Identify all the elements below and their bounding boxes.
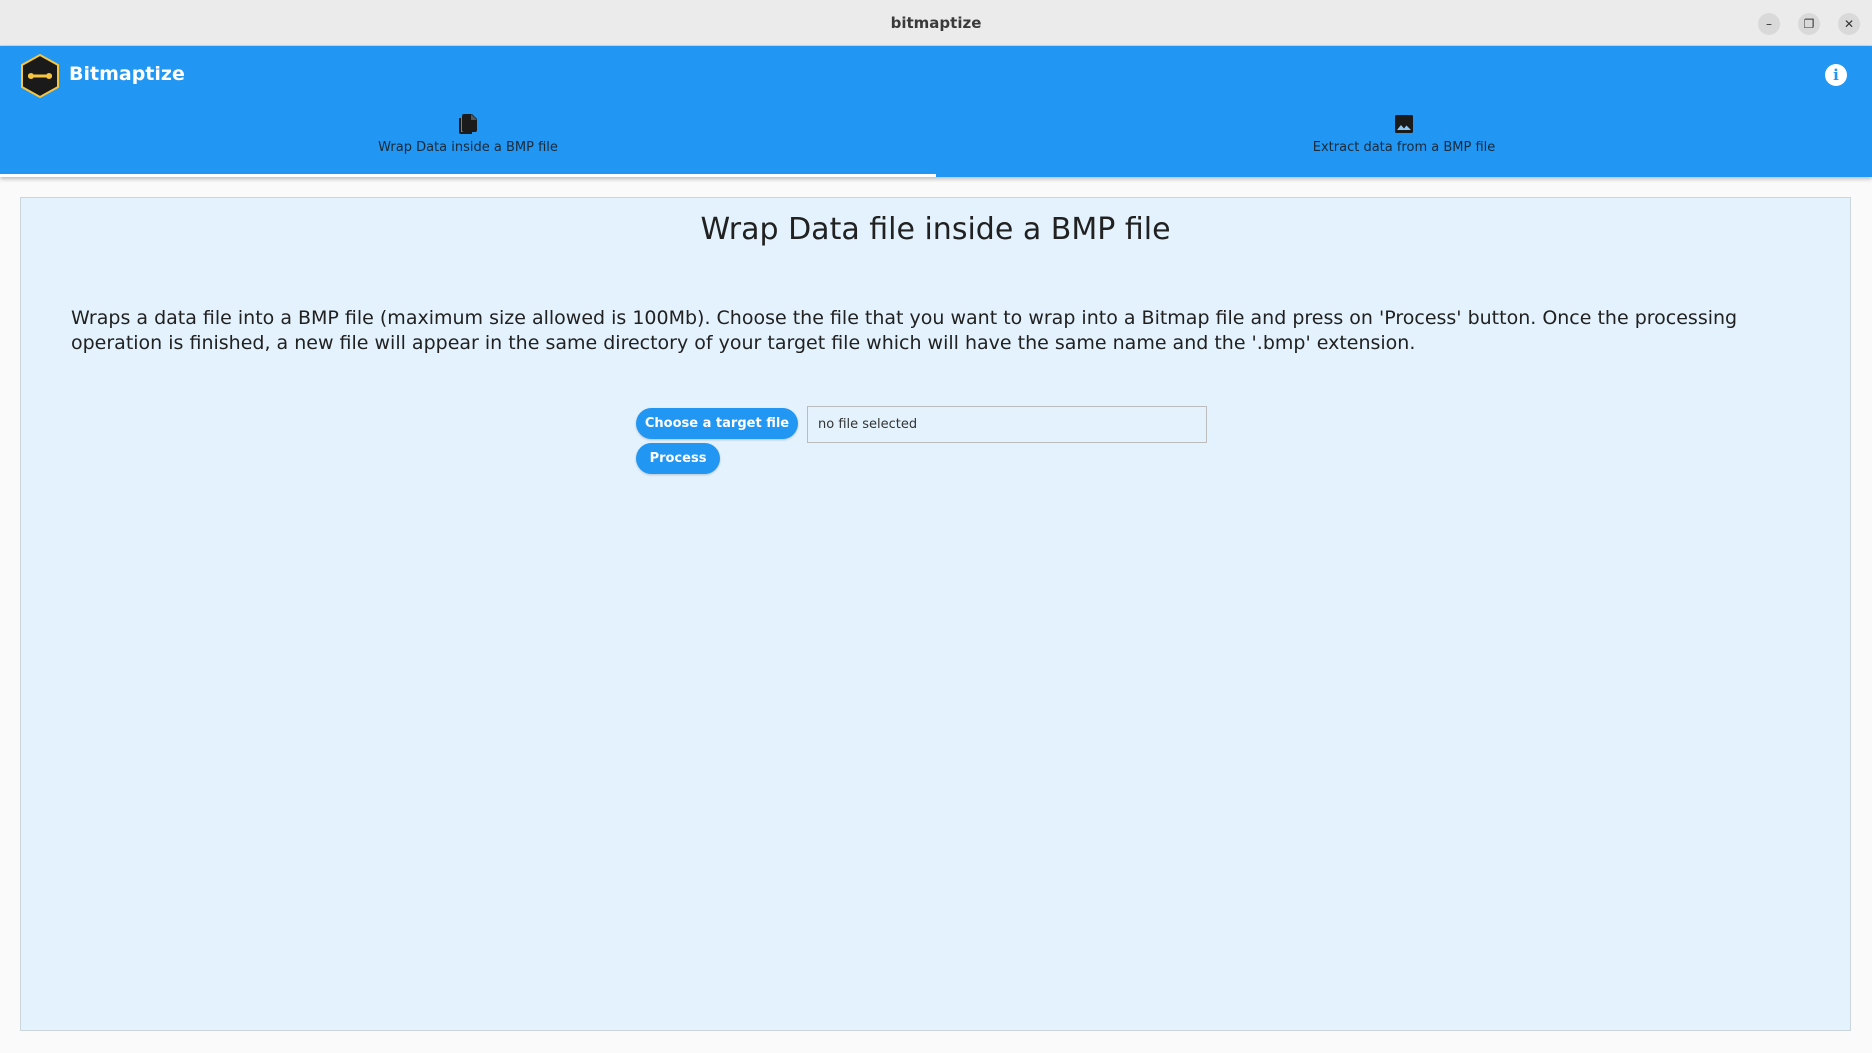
page-title: Wrap Data file inside a BMP file [700,212,1171,247]
tab-label: Wrap Data inside a BMP file [378,140,558,155]
image-icon [1395,115,1413,133]
tab-extract-data[interactable]: Extract data from a BMP file [936,106,1872,177]
process-button[interactable]: Process [636,443,720,474]
window-titlebar: bitmaptize – ❐ ✕ [0,0,1872,46]
tab-indicator [0,174,936,177]
app-name: Bitmaptize [69,63,185,85]
hexagon-logo-icon [21,54,59,98]
selected-file-field: no file selected [807,406,1207,443]
minimize-button[interactable]: – [1758,13,1780,35]
info-icon: i [1833,66,1839,84]
maximize-button[interactable]: ❐ [1798,13,1820,35]
wrap-panel: Wrap Data file inside a BMP file Wraps a… [20,197,1851,1031]
tab-wrap-data[interactable]: Wrap Data inside a BMP file [0,106,936,177]
description-text: Wraps a data file into a BMP file (maxim… [71,307,1738,354]
minimize-icon: – [1766,17,1772,31]
files-icon [459,114,477,134]
window-title: bitmaptize [890,14,982,32]
close-button[interactable]: ✕ [1838,13,1860,35]
info-button[interactable]: i [1825,64,1847,86]
tab-label: Extract data from a BMP file [1312,140,1496,155]
close-icon: ✕ [1843,17,1855,31]
app-bar: Bitmaptize i Wrap Data inside a BMP file… [0,46,1872,177]
maximize-icon: ❐ [1803,17,1815,31]
choose-file-button[interactable]: Choose a target file [636,408,798,439]
